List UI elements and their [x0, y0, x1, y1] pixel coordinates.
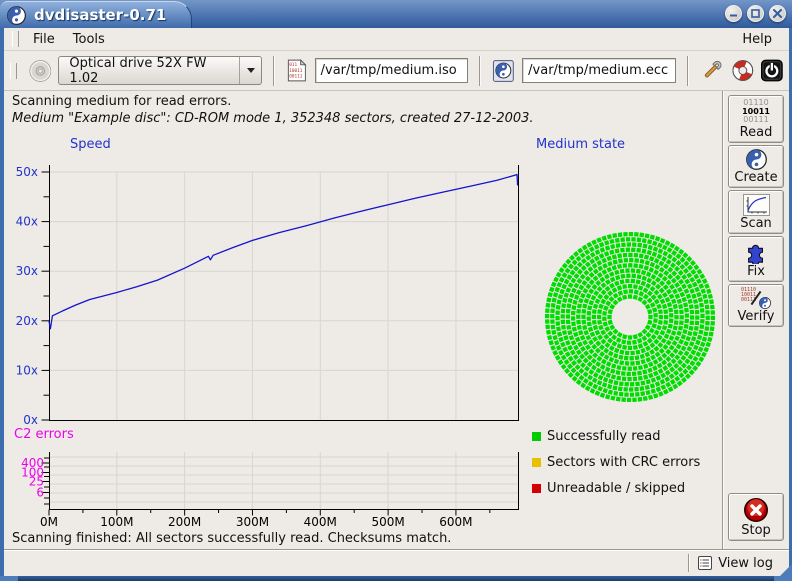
toolbar-separator [479, 56, 481, 86]
maximize-icon [751, 9, 760, 18]
svg-text:00111: 00111 [289, 74, 302, 80]
help-lifebelt-icon[interactable] [731, 58, 755, 83]
toolbar: Optical drive 52X FW 1.02 011 10011 0011… [4, 51, 789, 91]
stop-label: Stop [741, 523, 771, 538]
svg-text:0x: 0x [23, 413, 38, 427]
app-logo-icon [7, 6, 26, 25]
svg-text:011: 011 [289, 62, 297, 68]
scan-chart-icon [743, 194, 770, 216]
medium-state-legend: Successfully read Sectors with CRC error… [532, 423, 700, 501]
read-button[interactable]: 01110 10011 00111 Read [728, 95, 784, 143]
toolbar-separator [273, 56, 275, 86]
dropdown-arrow-icon [239, 57, 261, 84]
svg-text:6: 6 [36, 486, 44, 500]
yin-yang-icon [746, 149, 767, 170]
stop-button[interactable]: Stop [728, 493, 784, 541]
statusbar-separator [688, 554, 690, 572]
read-label: Read [740, 125, 773, 140]
ecc-path-field[interactable]: /var/tmp/medium.ecc [522, 58, 676, 83]
drive-selector-value: Optical drive 52X FW 1.02 [59, 57, 239, 84]
close-icon [773, 9, 782, 18]
svg-text:50x: 50x [16, 165, 38, 179]
main-area: Scanning medium for read errors. Medium … [4, 91, 789, 549]
verify-label: Verify [738, 309, 775, 324]
svg-text:600M: 600M [439, 515, 472, 529]
preferences-wrench-icon[interactable] [700, 58, 724, 83]
create-button[interactable]: Create [728, 145, 784, 188]
menu-help[interactable]: Help [733, 31, 781, 48]
legend-item: Sectors with CRC errors [532, 449, 700, 475]
verify-button[interactable]: 01110 10011 00111 Verify [728, 284, 784, 327]
log-list-icon [698, 556, 712, 570]
drive-selector[interactable]: Optical drive 52X FW 1.02 [58, 56, 261, 85]
title-bar[interactable]: dvdisaster-0.71 [0, 0, 792, 28]
menu-file[interactable]: File [24, 31, 64, 48]
view-log-button[interactable]: View log [718, 556, 773, 571]
svg-text:0M: 0M [40, 515, 58, 529]
svg-text:20x: 20x [16, 314, 38, 328]
medium-state-title: Medium state [536, 137, 625, 152]
window-bottom-border [0, 576, 792, 581]
legend-label: Sectors with CRC errors [547, 455, 700, 470]
fix-button[interactable]: Fix [728, 236, 784, 282]
fix-label: Fix [747, 264, 765, 279]
resize-grip-left[interactable] [0, 576, 18, 581]
create-label: Create [734, 170, 777, 185]
svg-text:100M: 100M [100, 515, 133, 529]
svg-text:10x: 10x [16, 363, 38, 377]
legend-label: Unreadable / skipped [547, 481, 685, 496]
minimize-icon [729, 9, 738, 18]
scan-button[interactable]: Scan [728, 190, 784, 234]
stop-icon [743, 497, 769, 523]
speed-and-c2-charts: 0x10x20x30x40x50x4001002560M100M200M300M… [4, 141, 534, 531]
ecc-file-icon [492, 59, 515, 83]
svg-text:40x: 40x [16, 215, 38, 229]
status-line1: Scanning medium for read errors. [12, 94, 231, 109]
svg-text:300M: 300M [236, 515, 269, 529]
medium-state-disc [530, 217, 730, 417]
window-title: dvdisaster-0.71 [34, 6, 166, 24]
maximize-button[interactable] [747, 5, 764, 22]
svg-text:500M: 500M [371, 515, 404, 529]
legend-label: Successfully read [547, 429, 660, 444]
close-button[interactable] [769, 5, 786, 22]
legend-swatch-yellow [532, 458, 541, 467]
ecc-path-value: /var/tmp/medium.ecc [528, 63, 668, 78]
status-line2: Medium "Example disc": CD-ROM mode 1, 35… [12, 111, 534, 126]
menu-bar: File Tools Help [4, 28, 789, 51]
legend-item: Unreadable / skipped [532, 475, 700, 501]
yin-yang-icon [759, 297, 771, 309]
status-bar: View log [4, 549, 789, 576]
toolbar-separator [687, 56, 689, 86]
binary-icon: 01110 10011 00111 [742, 99, 770, 125]
iso-path-field[interactable]: /var/tmp/medium.iso [315, 58, 469, 83]
result-message: Scanning finished: All sectors successfu… [12, 531, 451, 546]
toolbar-grip[interactable] [10, 63, 17, 79]
app-window: dvdisaster-0.71 File Tools Help [0, 0, 792, 581]
title-tab: dvdisaster-0.71 [0, 1, 192, 28]
legend-item: Successfully read [532, 423, 700, 449]
sidebar-separator [722, 91, 724, 549]
svg-text:200M: 200M [168, 515, 201, 529]
iso-image-icon: 011 10011 00111 [286, 58, 308, 83]
menu-tools[interactable]: Tools [64, 31, 114, 48]
svg-text:30x: 30x [16, 264, 38, 278]
action-sidebar: 01110 10011 00111 Read Create [728, 95, 784, 327]
svg-text:10011: 10011 [289, 68, 302, 74]
puzzle-piece-icon [744, 240, 768, 264]
scan-label: Scan [740, 216, 772, 231]
minimize-button[interactable] [725, 5, 742, 22]
verify-icon: 01110 10011 00111 [741, 288, 771, 309]
quit-power-icon[interactable] [761, 59, 783, 82]
legend-swatch-green [532, 432, 541, 441]
svg-text:400M: 400M [304, 515, 337, 529]
optical-disc-icon [29, 59, 52, 83]
legend-swatch-red [532, 484, 541, 493]
iso-path-value: /var/tmp/medium.iso [321, 63, 457, 78]
menubar-grip[interactable] [12, 31, 19, 47]
